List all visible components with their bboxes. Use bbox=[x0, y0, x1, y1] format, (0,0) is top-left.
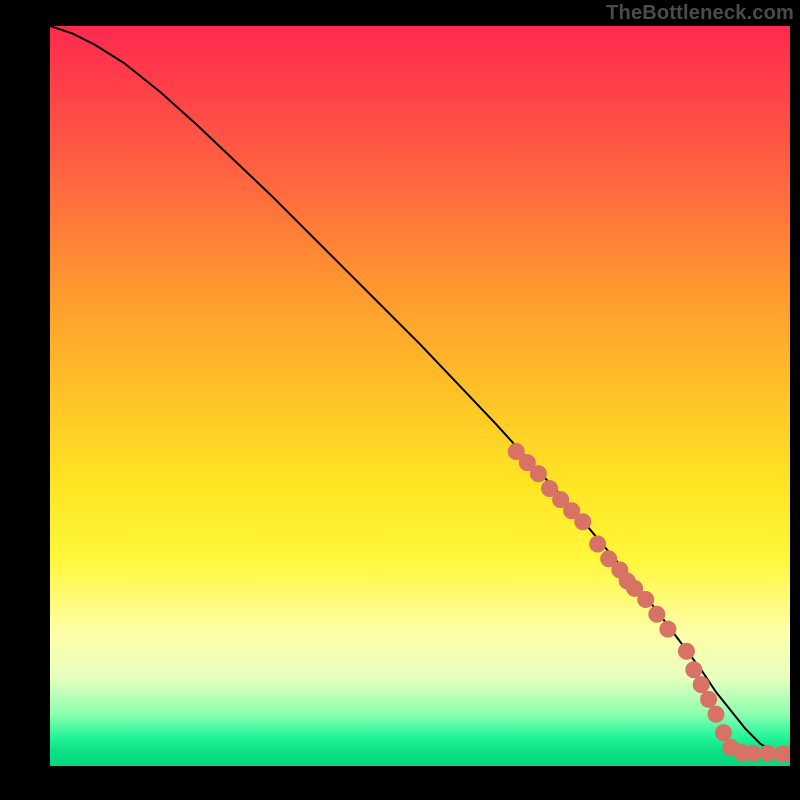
data-marker bbox=[590, 536, 606, 552]
line-series bbox=[50, 26, 790, 754]
data-marker bbox=[715, 725, 731, 741]
plot-area bbox=[50, 26, 790, 766]
data-marker bbox=[693, 677, 709, 693]
chart-stage: TheBottleneck.com bbox=[0, 0, 800, 800]
data-marker bbox=[660, 621, 676, 637]
data-marker bbox=[760, 745, 776, 761]
data-marker bbox=[686, 662, 702, 678]
data-marker bbox=[708, 706, 724, 722]
chart-svg bbox=[50, 26, 790, 766]
marker-group bbox=[508, 444, 790, 763]
data-marker bbox=[745, 745, 761, 761]
watermark-text: TheBottleneck.com bbox=[606, 2, 794, 25]
data-marker bbox=[649, 606, 665, 622]
data-marker bbox=[701, 691, 717, 707]
data-marker bbox=[638, 592, 654, 608]
data-marker bbox=[575, 514, 591, 530]
data-marker bbox=[530, 466, 546, 482]
data-marker bbox=[678, 643, 694, 659]
